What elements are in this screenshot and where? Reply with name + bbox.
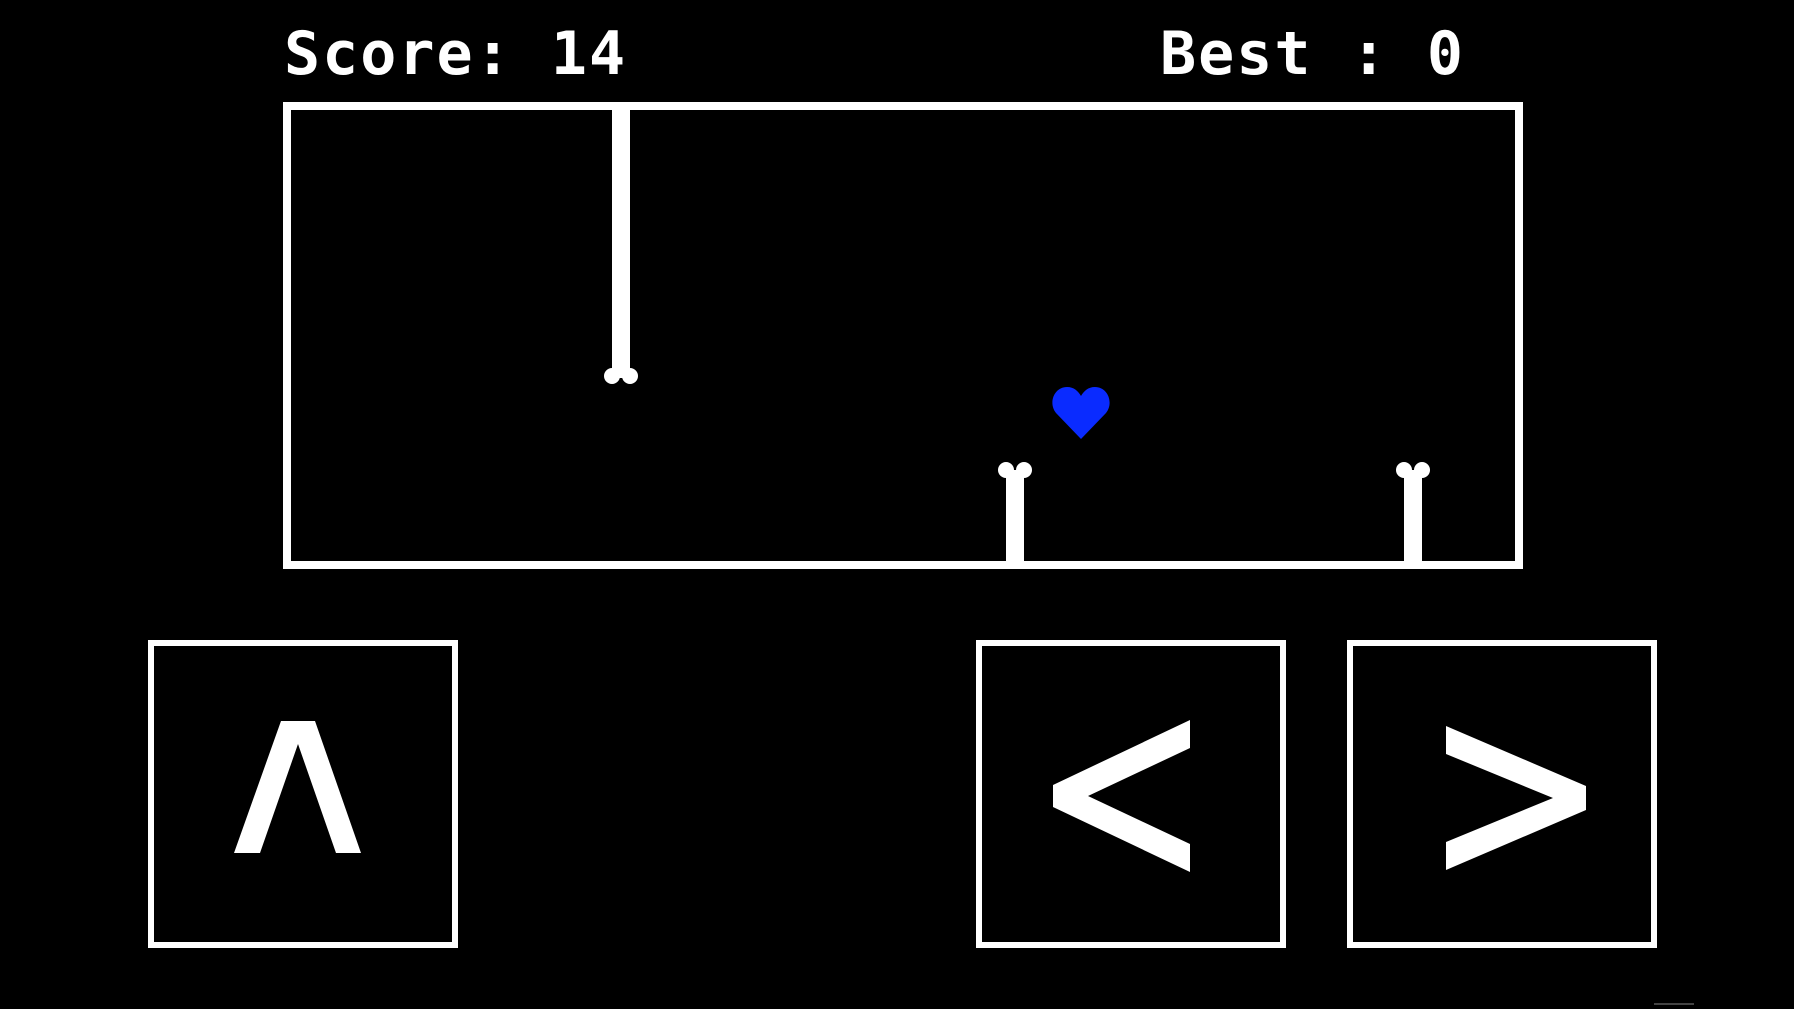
bone-top-hanging <box>604 110 638 384</box>
chevron-up-icon <box>234 721 361 853</box>
move-left-button[interactable] <box>976 640 1286 948</box>
jump-up-button[interactable] <box>148 640 458 948</box>
battle-box <box>283 102 1523 569</box>
bone-end <box>604 368 638 386</box>
bone-bottom-2 <box>1396 462 1430 569</box>
chevron-left-icon <box>1053 720 1190 872</box>
bone-end <box>1396 462 1430 480</box>
heart-icon <box>1052 387 1110 439</box>
bone-bottom-1 <box>998 462 1032 569</box>
chevron-right-icon <box>1446 726 1586 870</box>
corner-line <box>1654 1003 1694 1005</box>
best-score-display: Best : 0 <box>1160 19 1465 89</box>
move-right-button[interactable] <box>1347 640 1657 948</box>
score-display: Score: 14 <box>284 19 628 89</box>
bone-end <box>998 462 1032 480</box>
